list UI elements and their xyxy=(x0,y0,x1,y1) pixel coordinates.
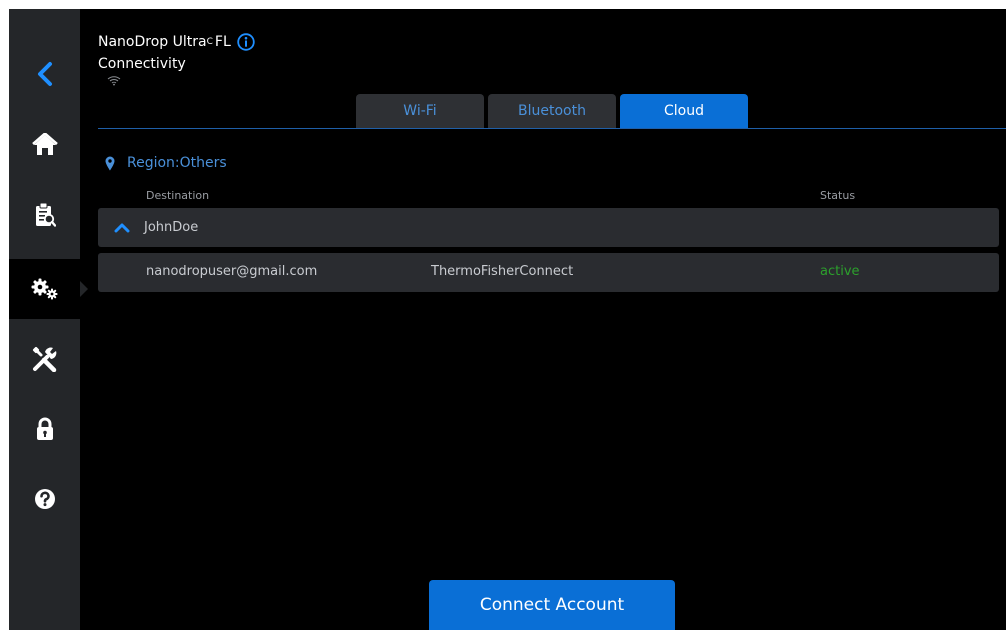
back-arrow-icon xyxy=(37,62,52,86)
help-icon xyxy=(34,489,55,509)
chevron-up-icon[interactable] xyxy=(114,222,130,233)
tab-wifi[interactable]: Wi-Fi xyxy=(356,94,484,128)
tools-icon xyxy=(32,346,56,372)
location-pin-icon xyxy=(105,156,115,170)
device-screen: NanoDrop Ultra C FL Connectivity Wi-Fi Blu… xyxy=(9,9,1006,630)
region-selector[interactable]: Region:Others xyxy=(105,155,227,171)
tab-bluetooth[interactable]: Bluetooth xyxy=(488,94,616,128)
account-group-name: JohnDoe xyxy=(144,220,199,235)
column-header-status: Status xyxy=(820,189,856,202)
product-name: NanoDrop Ultra xyxy=(98,34,207,50)
page-title: Connectivity xyxy=(98,56,186,72)
product-title: NanoDrop Ultra C FL xyxy=(98,33,255,51)
settings-button[interactable] xyxy=(9,259,88,319)
help-button[interactable] xyxy=(9,469,80,529)
region-label: Region:Others xyxy=(127,155,227,171)
settings-gears-icon xyxy=(31,278,57,300)
tools-button[interactable] xyxy=(9,329,80,389)
back-button[interactable] xyxy=(9,44,80,104)
status-badge: active xyxy=(820,264,860,279)
home-button[interactable] xyxy=(9,115,80,175)
info-icon[interactable] xyxy=(237,33,255,51)
destination-email: nanodropuser@gmail.com xyxy=(146,264,318,279)
lock-button[interactable] xyxy=(9,399,80,459)
product-suffix: FL xyxy=(214,34,231,50)
results-button[interactable] xyxy=(9,185,80,245)
home-icon xyxy=(31,133,58,155)
table-row[interactable]: nanodropuser@gmail.com ThermoFisherConne… xyxy=(98,253,999,292)
lock-icon xyxy=(36,417,53,440)
product-superscript: C xyxy=(206,37,213,47)
tab-cloud[interactable]: Cloud xyxy=(620,94,748,128)
wifi-status-icon xyxy=(107,76,121,86)
connect-account-button[interactable]: Connect Account xyxy=(429,580,675,630)
tab-divider xyxy=(98,128,1006,129)
column-header-destination: Destination xyxy=(146,189,210,202)
destination-service: ThermoFisherConnect xyxy=(431,264,574,279)
account-group-row[interactable]: JohnDoe xyxy=(98,208,999,247)
sidebar xyxy=(9,9,88,630)
clipboard-search-icon xyxy=(35,202,56,227)
